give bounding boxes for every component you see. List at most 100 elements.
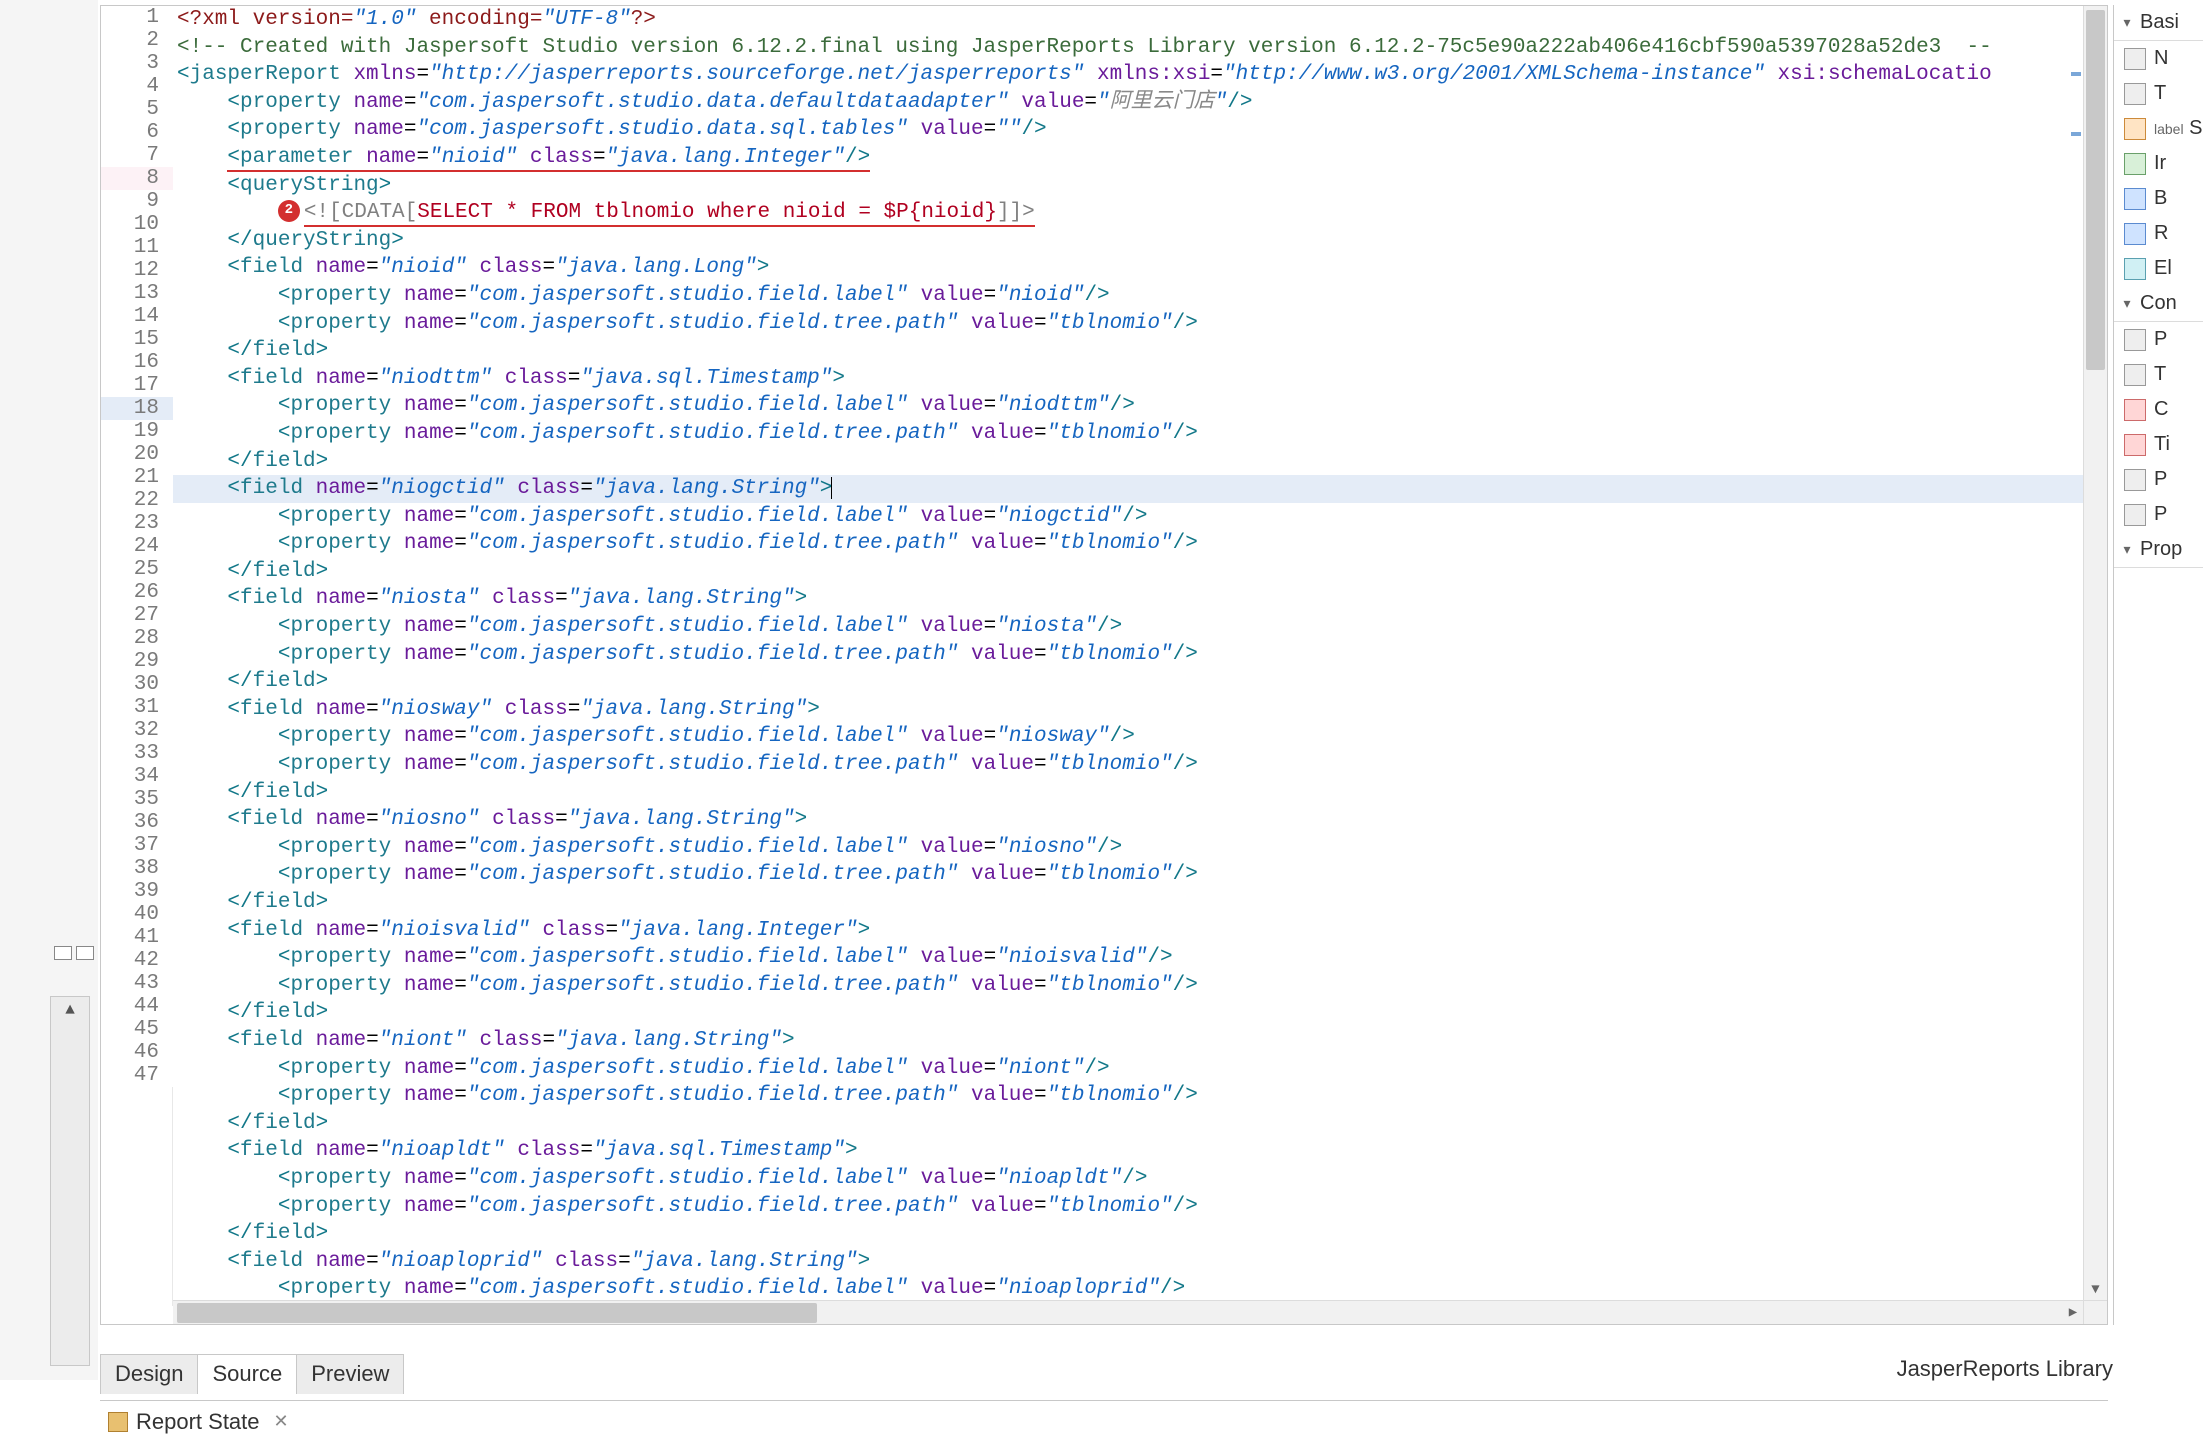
code-line[interactable]: <field name="niont" class="java.lang.Str… [173,1027,2083,1055]
code-line[interactable]: </field> [173,337,2083,365]
code-line[interactable]: <property name="com.jaspersoft.studio.fi… [173,1082,2083,1110]
line-number-gutter[interactable]: 1234561789101112131415161718192021222324… [101,6,173,1306]
code-area[interactable]: <?xml version="1.0" encoding="UTF-8"?><!… [173,6,2083,1300]
line-number[interactable]: 19 [101,420,173,443]
code-line[interactable]: <property name="com.jaspersoft.studio.da… [173,89,2083,117]
line-number[interactable]: 38 [101,857,173,880]
line-number[interactable]: 18 [101,397,173,420]
palette-item[interactable]: label S [2114,111,2203,146]
close-icon[interactable]: ✕ [274,1411,289,1432]
palette-item[interactable]: P [2114,497,2203,532]
palette-item[interactable]: Ir [2114,146,2203,181]
line-number[interactable]: 5 [101,98,173,121]
code-line[interactable]: <property name="com.jaspersoft.studio.fi… [173,944,2083,972]
line-number[interactable]: 39 [101,880,173,903]
line-number[interactable]: 14 [101,305,173,328]
code-line[interactable]: <field name="nioapldt" class="java.sql.T… [173,1137,2083,1165]
line-number[interactable]: 13 [101,282,173,305]
line-number[interactable]: 16 [101,351,173,374]
code-line[interactable]: <property name="com.jaspersoft.studio.fi… [173,530,2083,558]
code-line[interactable]: <property name="com.jaspersoft.studio.fi… [173,723,2083,751]
code-line[interactable]: <?xml version="1.0" encoding="UTF-8"?> [173,6,2083,34]
palette-section-header[interactable]: ▾Basi [2114,5,2203,41]
line-number[interactable]: 33 [101,742,173,765]
minimize-icon[interactable] [54,946,72,960]
line-number[interactable]: 30 [101,673,173,696]
line-number[interactable]: 37 [101,834,173,857]
code-line[interactable]: <property name="com.jaspersoft.studio.fi… [173,1165,2083,1193]
line-number[interactable]: 7 [101,144,173,167]
line-number[interactable]: 27 [101,604,173,627]
line-number[interactable]: 23 [101,512,173,535]
line-number[interactable]: 22 [101,489,173,512]
line-number[interactable]: 36 [101,811,173,834]
palette-section-header[interactable]: ▾Prop [2114,532,2203,568]
code-line[interactable]: <property name="com.jaspersoft.studio.fi… [173,641,2083,669]
code-line[interactable]: <property name="com.jaspersoft.studio.fi… [173,834,2083,862]
tab-preview[interactable]: Preview [296,1354,404,1394]
line-number[interactable]: 9 [101,190,173,213]
line-number[interactable]: 28 [101,627,173,650]
code-line[interactable]: <property name="com.jaspersoft.studio.fi… [173,310,2083,338]
code-line[interactable]: <jasperReport xmlns="http://jasperreport… [173,61,2083,89]
line-number[interactable]: 41 [101,926,173,949]
palette-item[interactable]: T [2114,357,2203,392]
restore-icon[interactable] [76,946,94,960]
code-line[interactable]: </field> [173,668,2083,696]
code-line[interactable]: <property name="com.jaspersoft.studio.fi… [173,972,2083,1000]
sidebar-expand-button[interactable]: ▲ [50,996,90,1366]
line-number[interactable]: 43 [101,972,173,995]
line-number[interactable]: 20 [101,443,173,466]
code-line[interactable]: <field name="niosway" class="java.lang.S… [173,696,2083,724]
line-number[interactable]: 35 [101,788,173,811]
report-state-panel[interactable]: Report State ✕ [100,1400,2108,1442]
code-line[interactable]: <property name="com.jaspersoft.studio.da… [173,116,2083,144]
tab-source[interactable]: Source [197,1354,297,1394]
code-line[interactable]: </field> [173,779,2083,807]
vertical-scrollbar[interactable]: ▲ ▼ [2083,6,2107,1300]
code-line[interactable]: <property name="com.jaspersoft.studio.fi… [173,503,2083,531]
line-number[interactable]: 12 [101,259,173,282]
line-number[interactable]: 46 [101,1041,173,1064]
line-number[interactable]: 44 [101,995,173,1018]
line-number[interactable]: 1 [101,6,173,29]
code-line[interactable]: <field name="nioisvalid" class="java.lan… [173,917,2083,945]
palette-item[interactable]: El [2114,251,2203,286]
line-number[interactable]: 47 [101,1064,173,1087]
line-number[interactable]: 25 [101,558,173,581]
palette-section-header[interactable]: ▾Con [2114,286,2203,322]
palette-item[interactable]: Ti [2114,427,2203,462]
scroll-down-icon[interactable]: ▼ [2084,1280,2107,1300]
line-number[interactable]: 10 [101,213,173,236]
horizontal-scroll-thumb[interactable] [177,1303,817,1323]
line-number[interactable]: 17 [101,374,173,397]
palette-item[interactable]: P [2114,462,2203,497]
code-line[interactable]: <property name="com.jaspersoft.studio.fi… [173,613,2083,641]
line-number[interactable]: 2 [101,29,173,52]
line-number[interactable]: 61 [101,121,173,144]
line-number[interactable]: 34 [101,765,173,788]
palette-item[interactable]: T [2114,76,2203,111]
line-number[interactable]: 21 [101,466,173,489]
overview-ruler[interactable] [2071,12,2081,1292]
line-number[interactable]: 45 [101,1018,173,1041]
code-line[interactable]: <field name="niodttm" class="java.sql.Ti… [173,365,2083,393]
line-number[interactable]: 15 [101,328,173,351]
vertical-scroll-thumb[interactable] [2086,10,2105,370]
line-number[interactable]: 26 [101,581,173,604]
code-line[interactable]: </field> [173,999,2083,1027]
code-line[interactable]: <property name="com.jaspersoft.studio.fi… [173,1055,2083,1083]
line-number[interactable]: 32 [101,719,173,742]
palette-item[interactable]: R [2114,216,2203,251]
code-line[interactable]: 2<![CDATA[SELECT * FROM tblnomio where n… [173,199,2083,227]
scroll-right-icon[interactable]: ▶ [2063,1301,2083,1324]
palette-item[interactable]: B [2114,181,2203,216]
palette-item[interactable]: P [2114,322,2203,357]
horizontal-scrollbar[interactable]: ◀ ▶ [173,1300,2083,1324]
code-line[interactable]: <property name="com.jaspersoft.studio.fi… [173,1193,2083,1221]
code-line[interactable]: <property name="com.jaspersoft.studio.fi… [173,392,2083,420]
line-number[interactable]: 4 [101,75,173,98]
line-number[interactable]: 3 [101,52,173,75]
code-line[interactable]: </field> [173,1220,2083,1248]
code-line[interactable]: <field name="niosta" class="java.lang.St… [173,585,2083,613]
